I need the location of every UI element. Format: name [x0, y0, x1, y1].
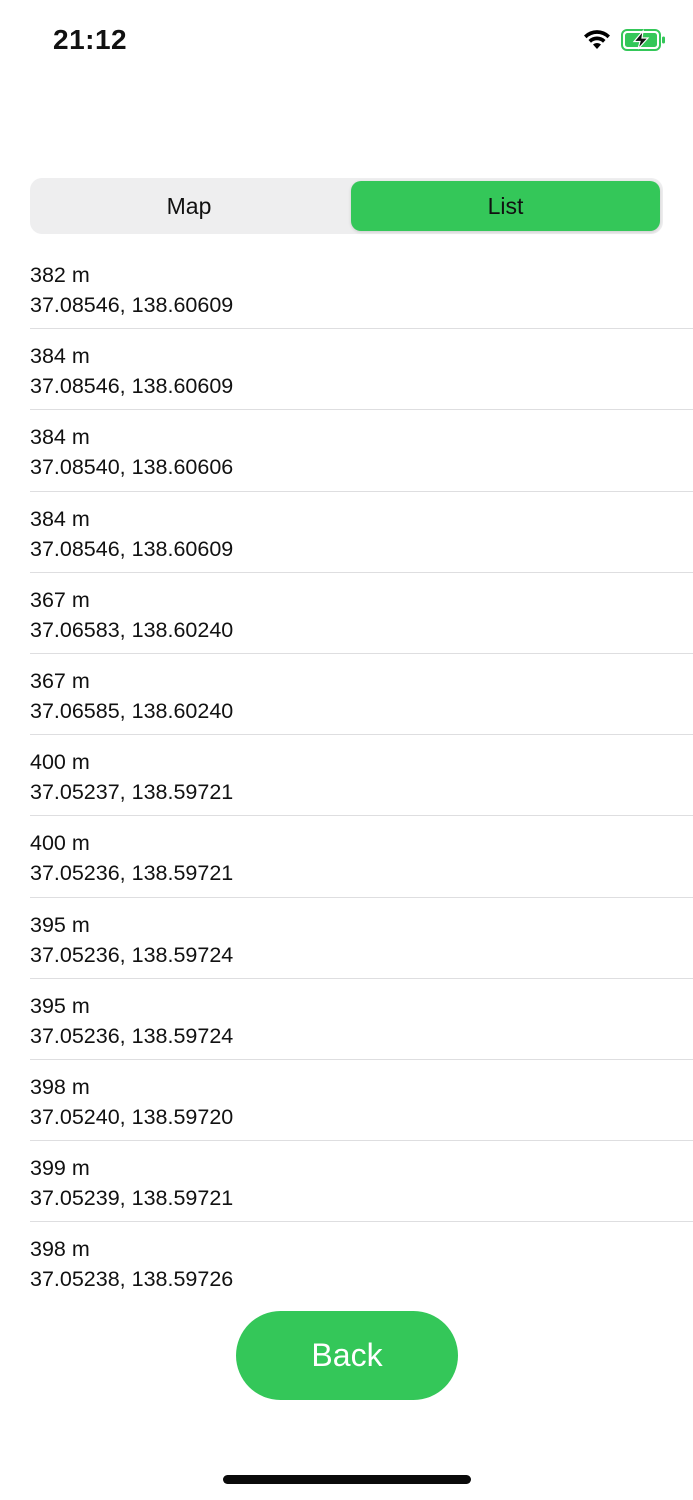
view-mode-segmented-control: Map List [30, 178, 663, 234]
altitude-label: 399 m [30, 1156, 90, 1181]
coordinates-label: 37.05239, 138.59721 [30, 1186, 234, 1211]
status-icons [583, 28, 667, 57]
altitude-label: 398 m [30, 1074, 90, 1099]
coordinates-label: 37.06583, 138.60240 [30, 617, 234, 642]
list-item[interactable]: 400 m 37.05237, 138.59721 [0, 735, 693, 817]
status-bar: 21:12 [0, 0, 693, 90]
altitude-label: 384 m [30, 425, 90, 450]
battery-charging-icon [621, 28, 667, 57]
list-item[interactable]: 384 m 37.08546, 138.60609 [0, 492, 693, 573]
back-button[interactable]: Back [236, 1311, 458, 1400]
altitude-label: 400 m [30, 750, 90, 775]
list-item[interactable]: 395 m 37.05236, 138.59724 [0, 979, 693, 1061]
coordinates-label: 37.08546, 138.60609 [30, 536, 234, 561]
coordinates-label: 37.05236, 138.59721 [30, 861, 234, 886]
coordinates-label: 37.05237, 138.59721 [30, 780, 234, 805]
list-item[interactable]: 384 m 37.08540, 138.60606 [0, 410, 693, 492]
list-item[interactable]: 367 m 37.06585, 138.60240 [0, 654, 693, 736]
wifi-icon [583, 29, 611, 56]
altitude-label: 367 m [30, 668, 90, 693]
home-indicator[interactable] [223, 1475, 471, 1484]
list-item[interactable]: 400 m 37.05236, 138.59721 [0, 816, 693, 898]
coordinates-label: 37.05236, 138.59724 [30, 942, 234, 967]
coordinates-label: 37.06585, 138.60240 [30, 698, 234, 723]
list-item[interactable]: 367 m 37.06583, 138.60240 [0, 573, 693, 655]
altitude-label: 395 m [30, 993, 90, 1018]
list-item[interactable]: 398 m 37.05240, 138.59720 [0, 1060, 693, 1142]
coordinates-label: 37.05240, 138.59720 [30, 1104, 234, 1129]
list-item[interactable]: 398 m 37.05238, 138.59726 [0, 1222, 693, 1303]
list-item[interactable]: 395 m 37.05236, 138.59724 [0, 898, 693, 979]
coordinates-label: 37.05238, 138.59726 [30, 1267, 234, 1292]
coordinates-label: 37.08540, 138.60606 [30, 455, 234, 480]
altitude-label: 367 m [30, 587, 90, 612]
coordinates-label: 37.08546, 138.60609 [30, 293, 234, 317]
location-list: 382 m 37.08546, 138.60609 384 m 37.08546… [0, 248, 693, 1303]
altitude-label: 398 m [30, 1237, 90, 1262]
list-item[interactable]: 399 m 37.05239, 138.59721 [0, 1141, 693, 1223]
segment-map[interactable]: Map [33, 181, 345, 231]
altitude-label: 382 m [30, 263, 90, 287]
altitude-label: 384 m [30, 506, 90, 531]
coordinates-label: 37.05236, 138.59724 [30, 1023, 234, 1048]
status-time: 21:12 [53, 24, 128, 55]
list-item[interactable]: 384 m 37.08546, 138.60609 [0, 329, 693, 411]
list-item[interactable]: 382 m 37.08546, 138.60609 [0, 248, 693, 330]
coordinates-label: 37.08546, 138.60609 [30, 374, 234, 399]
altitude-label: 384 m [30, 344, 90, 369]
altitude-label: 395 m [30, 912, 90, 937]
altitude-label: 400 m [30, 831, 90, 856]
segment-list[interactable]: List [351, 181, 660, 231]
